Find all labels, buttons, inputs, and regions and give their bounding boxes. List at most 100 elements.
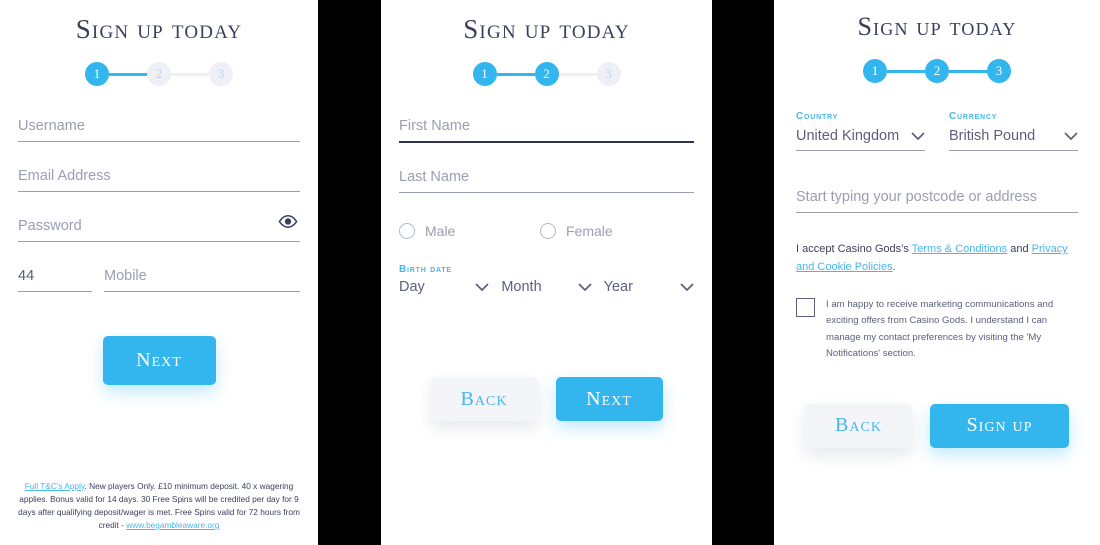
- email-underline: [18, 191, 300, 192]
- birth-year-display: Year: [604, 279, 694, 301]
- step-connector-1-2: [887, 69, 925, 73]
- step-indicator-2[interactable]: 2: [534, 62, 559, 86]
- step-indicator-1[interactable]: 1: [85, 62, 109, 86]
- accept-suffix: .: [892, 260, 896, 273]
- mobile-underline: [104, 291, 300, 292]
- username-placeholder: Username: [18, 118, 85, 134]
- stepper-step2: 1 2 3: [381, 62, 712, 86]
- stepper-step1: 1 2 3: [0, 62, 318, 86]
- step-indicator-1[interactable]: 1: [863, 59, 887, 83]
- address-placeholder: Start typing your postcode or address: [796, 189, 1037, 205]
- phone-row: 44 Mobile: [18, 268, 300, 292]
- radio-icon-male: [399, 223, 415, 239]
- terms-conditions-link[interactable]: Terms & Conditions: [912, 243, 1007, 255]
- gender-option-male[interactable]: Male: [399, 223, 540, 239]
- birth-day-value: Day: [399, 279, 425, 295]
- password-field[interactable]: Password: [18, 215, 300, 242]
- step-indicator-2[interactable]: 2: [925, 59, 949, 83]
- marketing-consent-text: I am happy to receive marketing communic…: [826, 298, 1054, 360]
- currency-value: British Pound: [949, 128, 1036, 144]
- terms-footer: Full T&C's Apply. New players Only. £10 …: [14, 480, 304, 532]
- country-value: United Kingdom: [796, 128, 900, 144]
- signup-form-step1: Username Email Address Password 44 Mobil…: [0, 118, 318, 385]
- step3-button-row: Back Sign up: [796, 403, 1078, 448]
- address-underline: [796, 212, 1078, 213]
- first-name-placeholder: First Name: [399, 118, 470, 134]
- begambleaware-link[interactable]: www.begambleaware.org: [126, 520, 219, 530]
- step-connector-2-3: [171, 72, 209, 76]
- mobile-placeholder: Mobile: [104, 268, 147, 284]
- last-name-field[interactable]: Last Name: [399, 169, 694, 193]
- country-select[interactable]: Country United Kingdom: [796, 111, 925, 151]
- step-indicator-2[interactable]: 2: [147, 62, 171, 86]
- next-button-step2[interactable]: Next: [555, 377, 663, 421]
- marketing-consent-row[interactable]: I am happy to receive marketing communic…: [796, 297, 1078, 363]
- accept-prefix: I accept Casino Gods’s: [796, 243, 912, 255]
- page-title-step2: Sign up today: [463, 14, 630, 44]
- birth-year-select[interactable]: Year: [604, 279, 694, 301]
- marketing-consent-checkbox[interactable]: [796, 297, 815, 317]
- full-tcs-apply-link[interactable]: Full T&C's Apply: [25, 481, 85, 491]
- accept-terms-text: I accept Casino Gods’s Terms & Condition…: [796, 241, 1078, 277]
- mobile-field[interactable]: Mobile: [104, 268, 300, 292]
- username-underline: [18, 141, 300, 142]
- birth-month-value: Month: [501, 279, 542, 295]
- gender-radio-group: Male Female: [399, 223, 694, 239]
- gender-label-female: Female: [566, 223, 613, 239]
- last-name-placeholder: Last Name: [399, 169, 470, 185]
- step2-button-row: Back Next: [399, 377, 694, 421]
- step-connector-1-2: [496, 72, 535, 76]
- email-field[interactable]: Email Address: [18, 168, 300, 192]
- step-indicator-3[interactable]: 3: [596, 62, 621, 86]
- gender-option-female[interactable]: Female: [540, 223, 613, 239]
- birth-date-label: Birth date: [399, 264, 452, 275]
- currency-underline: [949, 150, 1078, 151]
- country-display: United Kingdom: [796, 128, 925, 150]
- back-button-step2[interactable]: Back: [430, 377, 538, 421]
- signup-step-2-panel: Sign up today 1 2 3 First Name Last Name…: [381, 0, 712, 545]
- country-code-underline: [18, 291, 92, 292]
- chevron-down-icon: [578, 282, 592, 291]
- currency-select[interactable]: Currency British Pound: [949, 111, 1078, 151]
- country-label: Country: [796, 111, 839, 122]
- step-connector-2-3: [558, 72, 597, 76]
- step-connector-1-2: [109, 72, 147, 76]
- country-currency-row: Country United Kingdom Currency British …: [796, 111, 1078, 151]
- step-indicator-3[interactable]: 3: [987, 59, 1011, 83]
- country-code-field[interactable]: 44: [18, 268, 92, 292]
- first-name-field[interactable]: First Name: [399, 118, 694, 143]
- signup-form-step3: Country United Kingdom Currency British …: [774, 111, 1100, 448]
- birth-year-value: Year: [603, 279, 633, 295]
- birth-date-row: Day Month Year: [399, 279, 694, 301]
- currency-label: Currency: [949, 111, 998, 122]
- address-field[interactable]: Start typing your postcode or address: [796, 189, 1078, 213]
- step-indicator-1[interactable]: 1: [472, 62, 497, 86]
- signup-button[interactable]: Sign up: [930, 403, 1069, 448]
- next-button-step1[interactable]: Next: [102, 336, 216, 385]
- chevron-down-icon: [680, 282, 694, 291]
- birth-month-select[interactable]: Month: [501, 279, 592, 301]
- birth-month-display: Month: [501, 279, 592, 301]
- birth-day-select[interactable]: Day: [399, 279, 489, 301]
- password-underline: [18, 241, 300, 242]
- chevron-down-icon: [475, 282, 489, 291]
- step-indicator-3[interactable]: 3: [209, 62, 233, 86]
- chevron-down-icon: [1064, 131, 1078, 140]
- currency-display: British Pound: [949, 128, 1078, 150]
- first-name-underline: [399, 141, 694, 143]
- eye-icon[interactable]: [278, 215, 298, 233]
- back-button-step3[interactable]: Back: [805, 403, 912, 448]
- signup-step-1-panel: Sign up today 1 2 3 Username Email Addre…: [0, 0, 318, 545]
- country-code-value: 44: [18, 268, 35, 284]
- username-field[interactable]: Username: [18, 118, 300, 142]
- signup-form-step2: First Name Last Name Male Female Birth d…: [381, 118, 712, 421]
- step-connector-2-3: [949, 69, 987, 73]
- birth-day-display: Day: [399, 279, 489, 301]
- chevron-down-icon: [911, 131, 925, 140]
- signup-step-3-panel: Sign up today 1 2 3 Country United Kingd…: [774, 0, 1100, 545]
- radio-icon-female: [540, 223, 556, 239]
- gender-label-male: Male: [425, 223, 456, 239]
- page-title-step3: Sign up today: [857, 12, 1017, 41]
- last-name-underline: [399, 192, 694, 193]
- screenshot-stage: Sign up today 1 2 3 Username Email Addre…: [0, 0, 1100, 545]
